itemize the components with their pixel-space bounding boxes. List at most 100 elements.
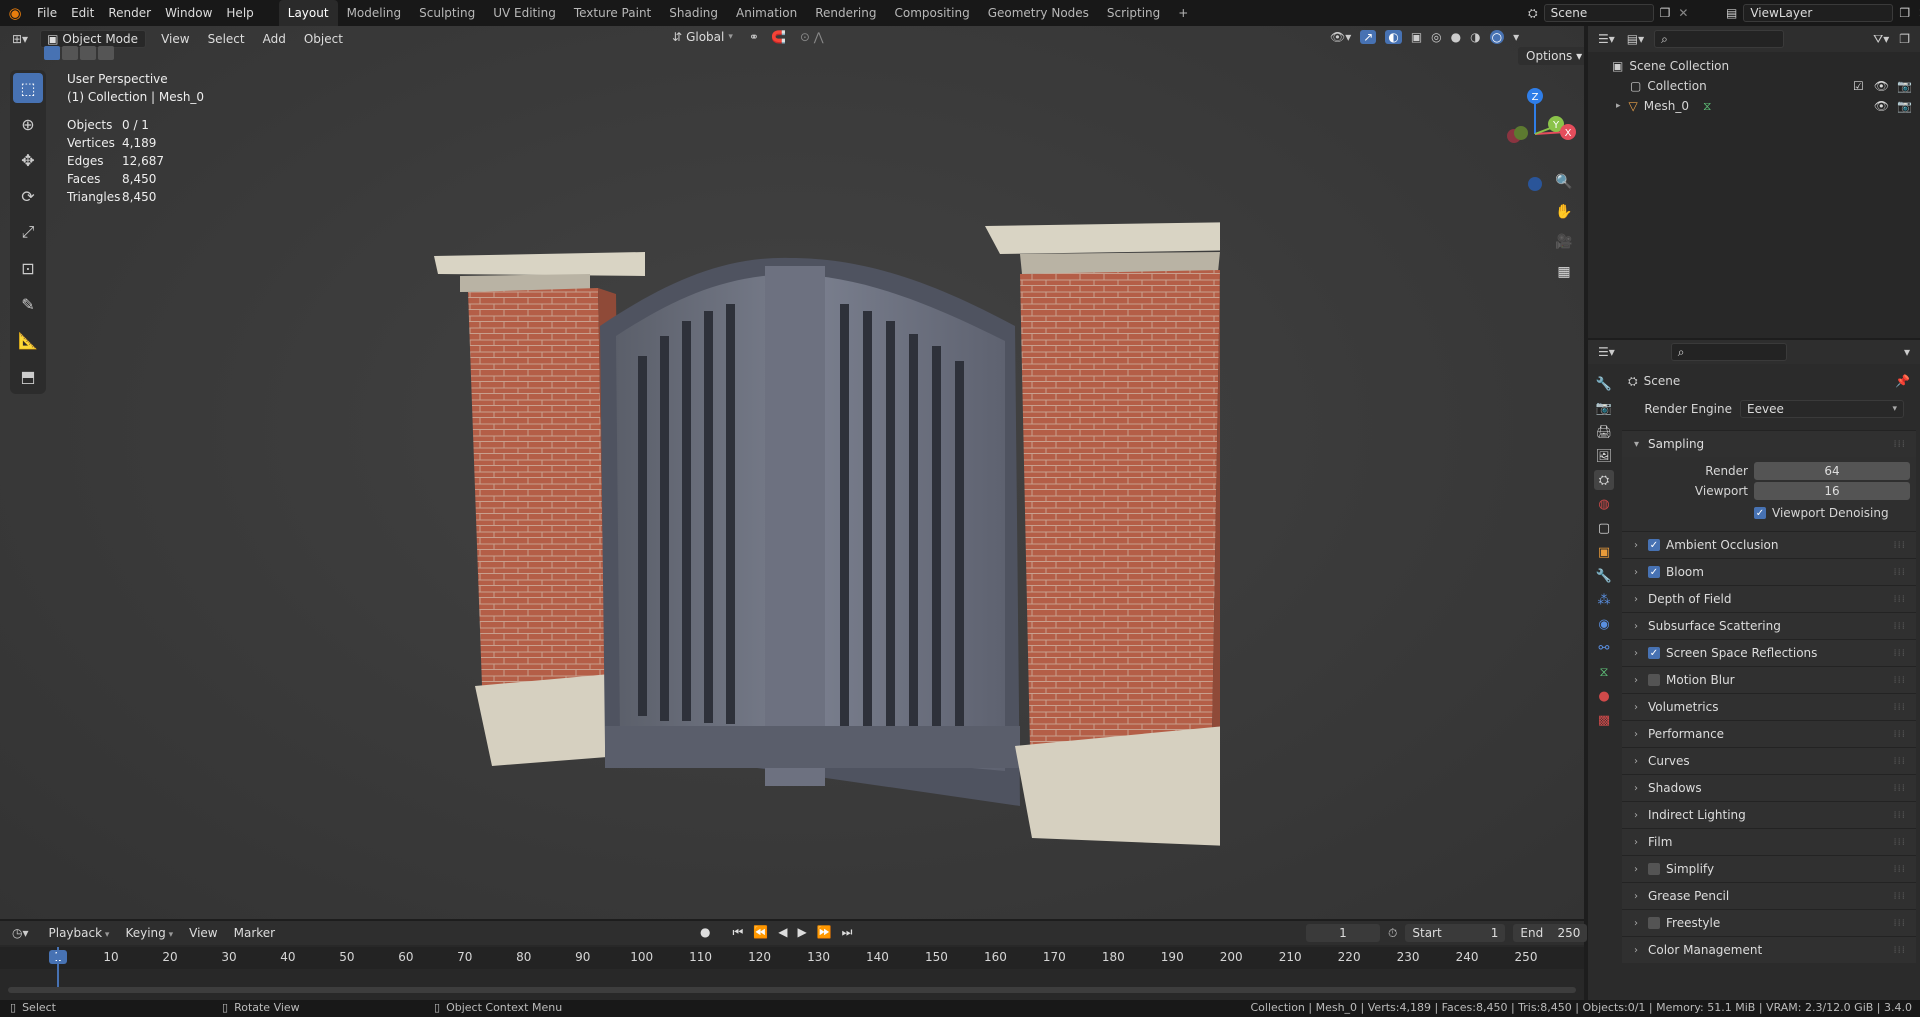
viewport-samples-field[interactable]: 16 bbox=[1754, 482, 1910, 500]
add-cube-tool-icon[interactable]: ⬒ bbox=[13, 361, 43, 391]
menu-file[interactable]: File bbox=[30, 0, 64, 26]
material-shading-icon[interactable]: ◑ bbox=[1470, 30, 1480, 44]
outliner-collection-row[interactable]: ▢ Collection ☑ 👁 📷 bbox=[1588, 76, 1920, 96]
menu-render[interactable]: Render bbox=[101, 0, 158, 26]
panel-volumetrics[interactable]: › Volumetrics ⁞⁞⁞ bbox=[1622, 693, 1916, 720]
camera-render-icon[interactable]: 📷 bbox=[1897, 99, 1912, 113]
drag-grip-icon[interactable]: ⁞⁞⁞ bbox=[1893, 567, 1906, 578]
rotate-tool-icon[interactable]: ⟳ bbox=[13, 181, 43, 211]
drag-grip-icon[interactable]: ⁞⁞⁞ bbox=[1893, 783, 1906, 794]
timeline-menu-marker[interactable]: Marker bbox=[228, 926, 281, 940]
drag-grip-icon[interactable]: ⁞⁞⁞ bbox=[1893, 864, 1906, 875]
collection-tab-icon[interactable]: ▢ bbox=[1594, 518, 1614, 538]
outliner-scene-collection[interactable]: ▣ Scene Collection bbox=[1588, 56, 1920, 76]
panel-freestyle[interactable]: › Freestyle ⁞⁞⁞ bbox=[1622, 909, 1916, 936]
modifier-tab-icon[interactable]: 🔧 bbox=[1594, 566, 1614, 586]
render-engine-dropdown[interactable]: Eevee ▾ bbox=[1740, 400, 1904, 418]
tool-tab-icon[interactable]: 🔧 bbox=[1594, 374, 1614, 394]
select-box-tool-icon[interactable]: ⬚ bbox=[13, 73, 43, 103]
editor-type-icon[interactable]: ⊞▾ bbox=[12, 32, 28, 46]
play-icon[interactable]: ▶ bbox=[797, 925, 806, 940]
viewport-denoising-toggle[interactable]: ✓ Viewport Denoising bbox=[1622, 501, 1916, 525]
grid-view-icon[interactable]: ▦ bbox=[1552, 260, 1576, 284]
world-tab-icon[interactable]: ◍ bbox=[1594, 494, 1614, 514]
eye-icon[interactable]: 👁 bbox=[1874, 79, 1889, 93]
new-scene-icon[interactable]: ❐ bbox=[1660, 6, 1671, 20]
stopwatch-icon[interactable]: ⏱ bbox=[1388, 926, 1397, 941]
visibility-icon[interactable]: 👁▾ bbox=[1330, 30, 1351, 44]
panel-grease-pencil[interactable]: › Grease Pencil ⁞⁞⁞ bbox=[1622, 882, 1916, 909]
scene-tab-icon[interactable]: ⛭ bbox=[1594, 470, 1614, 490]
blender-logo-icon[interactable]: ◉ bbox=[0, 4, 30, 22]
select-new-icon[interactable] bbox=[44, 46, 60, 60]
shading-options-icon[interactable]: ▾ bbox=[1513, 30, 1519, 44]
workspace-tab-rendering[interactable]: Rendering bbox=[806, 0, 885, 26]
properties-search-input[interactable]: ⌕ bbox=[1670, 343, 1787, 361]
drag-grip-icon[interactable]: ⁞⁞⁞ bbox=[1893, 621, 1906, 632]
view-layer-tab-icon[interactable]: 🖼 bbox=[1594, 446, 1614, 466]
camera-icon[interactable]: 🎥 bbox=[1552, 230, 1576, 254]
start-frame-field[interactable]: Start 1 bbox=[1405, 924, 1506, 942]
options-arrow-icon[interactable]: ▾ bbox=[1904, 345, 1910, 359]
filter-icon[interactable]: ⛛▾ bbox=[1873, 32, 1889, 47]
workspace-tab-shading[interactable]: Shading bbox=[660, 0, 727, 26]
panel-color-management[interactable]: › Color Management ⁞⁞⁞ bbox=[1622, 936, 1916, 963]
panel-screen-space-reflections[interactable]: › ✓ Screen Space Reflections ⁞⁞⁞ bbox=[1622, 639, 1916, 666]
annotate-tool-icon[interactable]: ✎ bbox=[13, 289, 43, 319]
scale-tool-icon[interactable]: ⤢ bbox=[13, 217, 43, 247]
timeline-menu-view[interactable]: View bbox=[183, 926, 223, 940]
frame-ruler[interactable]: 1102030405060708090100110120130140150160… bbox=[0, 947, 1584, 969]
constraints-tab-icon[interactable]: ⚯ bbox=[1594, 638, 1614, 658]
object-tab-icon[interactable]: ▣ bbox=[1594, 542, 1614, 562]
workspace-tab-layout[interactable]: Layout bbox=[278, 0, 338, 26]
editor-type-icon[interactable]: ◷▾ bbox=[12, 926, 29, 940]
workspace-tab-scripting[interactable]: Scripting bbox=[1098, 0, 1169, 26]
expand-arrow-icon[interactable]: ▸ bbox=[1616, 101, 1621, 111]
transform-tool-icon[interactable]: ⊡ bbox=[13, 253, 43, 283]
3d-viewport[interactable]: ⊞▾ ▣ Object Mode View Select Add Object ⇵ G… bbox=[0, 26, 1584, 919]
workspace-tab-uv-editing[interactable]: UV Editing bbox=[484, 0, 565, 26]
render-tab-icon[interactable]: 📷 bbox=[1594, 398, 1614, 418]
outliner-search-input[interactable]: ⌕ bbox=[1654, 30, 1785, 48]
add-workspace-button[interactable]: + bbox=[1169, 0, 1197, 26]
solid-shading-icon[interactable]: ● bbox=[1451, 30, 1461, 44]
drag-grip-icon[interactable]: ⁞⁞⁞ bbox=[1893, 648, 1906, 659]
drag-grip-icon[interactable]: ⁞⁞⁞ bbox=[1893, 891, 1906, 902]
menu-edit[interactable]: Edit bbox=[64, 0, 101, 26]
end-frame-field[interactable]: End 250 bbox=[1513, 924, 1588, 942]
prev-keyframe-icon[interactable]: ⏪ bbox=[753, 925, 768, 940]
proportional-edit-icon[interactable]: ⊙ ⋀ bbox=[800, 30, 824, 44]
current-frame-field[interactable]: 1 bbox=[1306, 924, 1380, 942]
drag-grip-icon[interactable]: ⁞⁞⁞ bbox=[1893, 729, 1906, 740]
overlay-toggle-icon[interactable]: ◐ bbox=[1385, 30, 1402, 44]
viewport-menu-add[interactable]: Add bbox=[254, 32, 295, 46]
panel-shadows[interactable]: › Shadows ⁞⁞⁞ bbox=[1622, 774, 1916, 801]
drag-grip-icon[interactable]: ⁞⁞⁞ bbox=[1893, 702, 1906, 713]
workspace-tab-sculpting[interactable]: Sculpting bbox=[410, 0, 484, 26]
workspace-tab-texture-paint[interactable]: Texture Paint bbox=[565, 0, 660, 26]
play-reverse-icon[interactable]: ◀ bbox=[778, 925, 787, 940]
view-layer-selector[interactable]: ViewLayer bbox=[1743, 4, 1894, 22]
cursor-tool-icon[interactable]: ⊕ bbox=[13, 109, 43, 139]
workspace-tab-geometry-nodes[interactable]: Geometry Nodes bbox=[979, 0, 1098, 26]
drag-grip-icon[interactable]: ⁞⁞⁞ bbox=[1893, 945, 1906, 956]
drag-grip-icon[interactable]: ⁞⁞⁞ bbox=[1893, 439, 1906, 450]
particles-tab-icon[interactable]: ⁂ bbox=[1594, 590, 1614, 610]
drag-grip-icon[interactable]: ⁞⁞⁞ bbox=[1893, 756, 1906, 767]
new-collection-icon[interactable]: ❐ bbox=[1899, 32, 1910, 46]
options-dropdown[interactable]: Options ▾ bbox=[1518, 47, 1584, 65]
snap-icon[interactable]: 🧲 bbox=[771, 30, 786, 44]
timeline-menu-keying[interactable]: Keying ▾ bbox=[119, 926, 179, 940]
drag-grip-icon[interactable]: ⁞⁞⁞ bbox=[1893, 594, 1906, 605]
outliner-object-row[interactable]: ▸ ▽ Mesh_0 ⧖ 👁 📷 bbox=[1588, 96, 1920, 116]
display-mode-icon[interactable]: ▤▾ bbox=[1627, 32, 1644, 46]
physics-tab-icon[interactable]: ◉ bbox=[1594, 614, 1614, 634]
checkbox-unchecked-icon[interactable] bbox=[1648, 863, 1660, 875]
panel-subsurface-scattering[interactable]: › Subsurface Scattering ⁞⁞⁞ bbox=[1622, 612, 1916, 639]
panel-motion-blur[interactable]: › Motion Blur ⁞⁞⁞ bbox=[1622, 666, 1916, 693]
xray-icon[interactable]: ▣ bbox=[1411, 30, 1422, 44]
select-intersect-icon[interactable] bbox=[98, 46, 114, 60]
timeline-scrollbar[interactable] bbox=[8, 987, 1576, 993]
workspace-tab-modeling[interactable]: Modeling bbox=[338, 0, 411, 26]
workspace-tab-compositing[interactable]: Compositing bbox=[885, 0, 978, 26]
